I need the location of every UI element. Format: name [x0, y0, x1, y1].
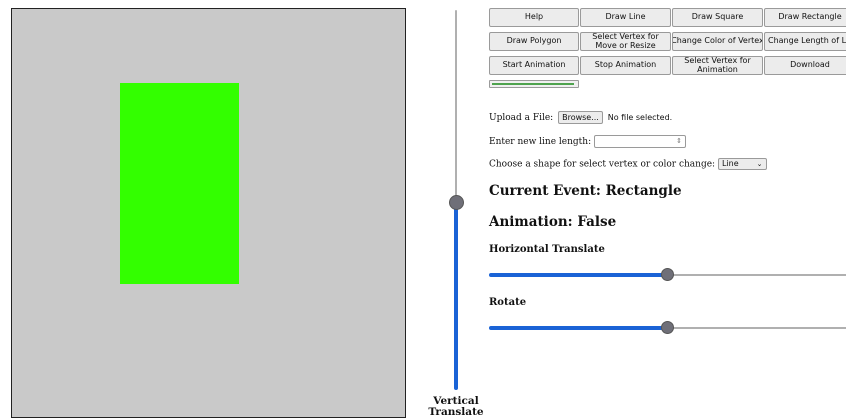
select-vertex-move-resize-button[interactable]: Select Vertex for Move or Resize: [580, 32, 671, 51]
slider-thumb[interactable]: [661, 268, 674, 281]
horizontal-translate-label: Horizontal Translate: [489, 244, 605, 255]
slider-track: [672, 327, 846, 329]
spinner-icon[interactable]: ⇕: [676, 136, 682, 147]
slider-track: [672, 274, 846, 276]
slider-track: [455, 10, 457, 196]
change-vertex-color-button[interactable]: Change Color of Vertex: [672, 32, 763, 51]
start-animation-button[interactable]: Start Animation: [489, 56, 579, 75]
draw-rectangle-button[interactable]: Draw Rectangle: [764, 8, 846, 27]
rotate-slider[interactable]: [489, 321, 846, 335]
current-event-heading: Current Event: Rectangle: [489, 183, 682, 199]
vertical-translate-label: Vertical Translate: [428, 395, 484, 418]
line-length-input[interactable]: ⇕: [593, 135, 686, 148]
progress-fill: [492, 83, 574, 85]
slider-thumb[interactable]: [449, 195, 464, 210]
upload-label: Upload a File:: [489, 113, 554, 123]
horizontal-translate-slider[interactable]: [489, 268, 846, 282]
help-button[interactable]: Help: [489, 8, 579, 27]
download-button[interactable]: Download: [764, 56, 846, 75]
select-vertex-animation-button[interactable]: Select Vertex for Animation: [672, 56, 763, 75]
toolbar: Help Draw Line Draw Square Draw Rectangl…: [489, 8, 846, 88]
slider-fill: [489, 326, 663, 330]
line-length-row: Enter new line length: ⇕: [489, 135, 686, 148]
file-status: No file selected.: [607, 113, 673, 122]
draw-line-button[interactable]: Draw Line: [580, 8, 671, 27]
shape-select-label: Choose a shape for select vertex or colo…: [489, 159, 716, 170]
upload-row: Upload a File: Browse... No file selecte…: [489, 111, 672, 124]
slider-fill: [489, 273, 663, 277]
draw-polygon-button[interactable]: Draw Polygon: [489, 32, 579, 51]
shape-select-row: Choose a shape for select vertex or colo…: [489, 158, 767, 170]
vertical-translate-slider[interactable]: [448, 10, 464, 390]
draw-square-button[interactable]: Draw Square: [672, 8, 763, 27]
slider-thumb[interactable]: [661, 321, 674, 334]
browse-button[interactable]: Browse...: [558, 111, 603, 124]
shape-select-value: Line: [721, 159, 739, 168]
shape-select[interactable]: Line ⌄: [717, 158, 767, 170]
chevron-down-icon: ⌄: [756, 160, 763, 168]
line-length-label: Enter new line length:: [489, 137, 592, 147]
stop-animation-button[interactable]: Stop Animation: [580, 56, 671, 75]
change-line-length-button[interactable]: Change Length of Line: [764, 32, 846, 51]
slider-fill: [454, 202, 458, 390]
animation-status-heading: Animation: False: [489, 214, 617, 230]
rotate-label: Rotate: [489, 297, 527, 308]
drawing-canvas[interactable]: [11, 8, 406, 418]
green-rectangle[interactable]: [120, 83, 239, 284]
progress-bar: [489, 80, 579, 88]
